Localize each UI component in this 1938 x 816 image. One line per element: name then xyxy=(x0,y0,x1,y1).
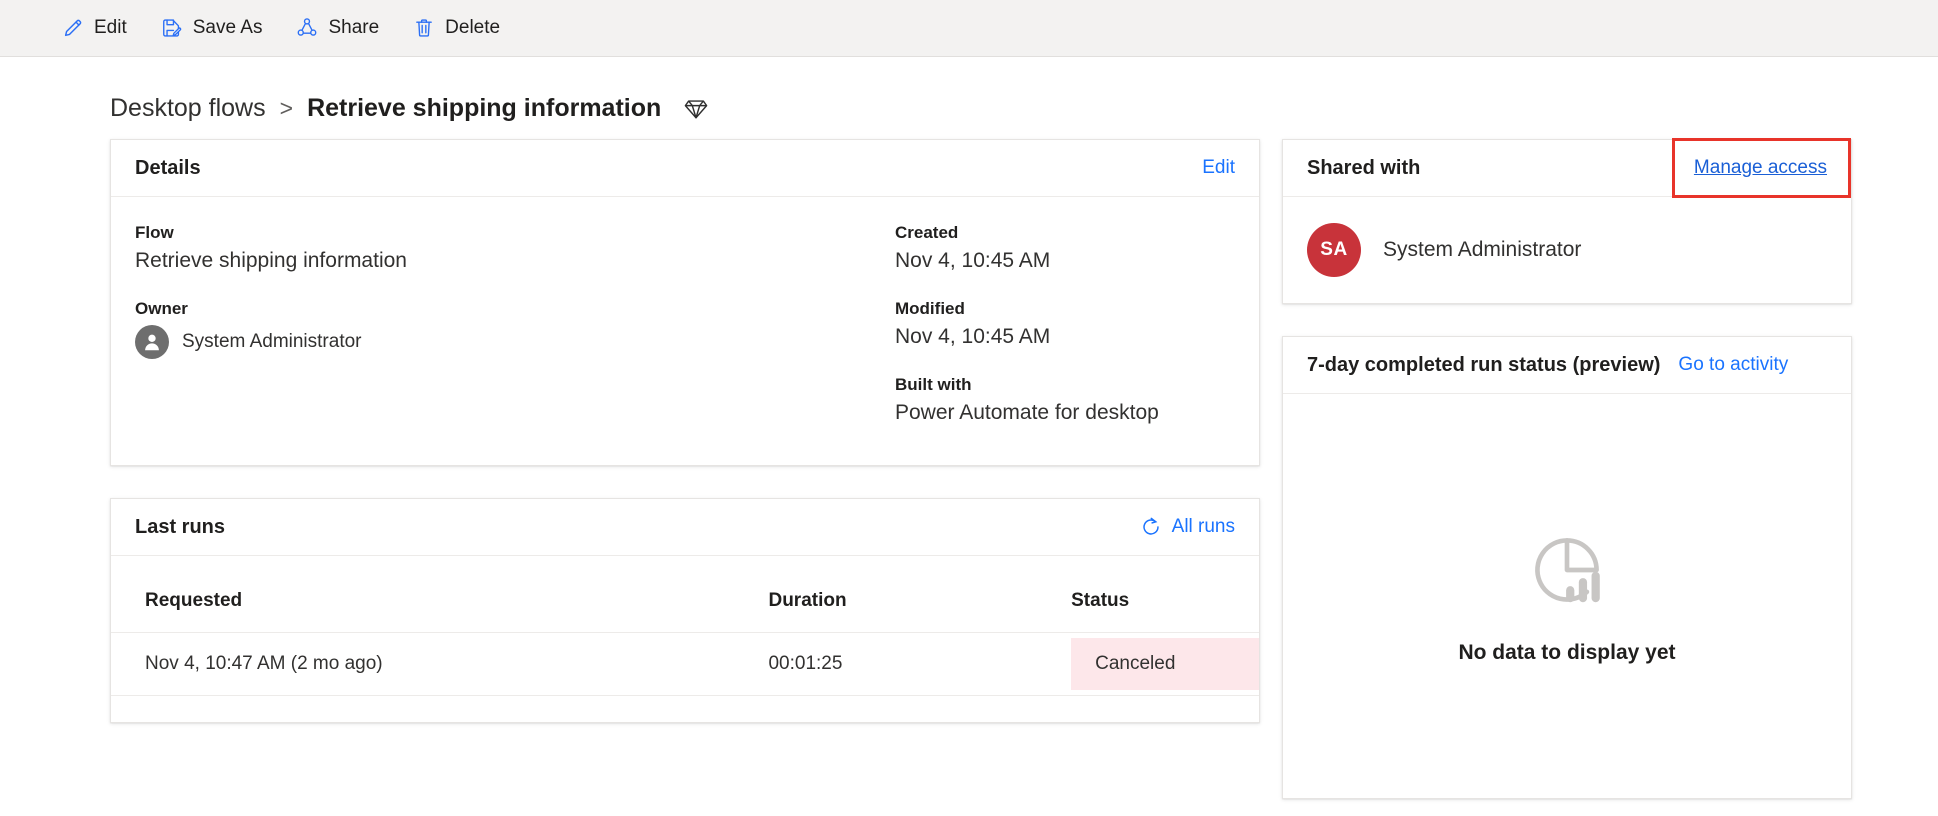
trash-icon xyxy=(413,17,435,39)
right-column: Shared with Manage access SA System Admi… xyxy=(1282,138,1852,799)
shared-with-card: Shared with Manage access SA System Admi… xyxy=(1282,138,1852,304)
save-as-button[interactable]: Save As xyxy=(147,9,277,47)
field-modified: Modified Nov 4, 10:45 AM xyxy=(895,299,1235,349)
pencil-icon xyxy=(62,17,84,39)
owner-name: System Administrator xyxy=(182,331,362,352)
shared-person-name: System Administrator xyxy=(1383,238,1582,261)
table-bottom-padding xyxy=(111,696,1259,722)
details-left-fields: Flow Retrieve shipping information Owner xyxy=(135,223,895,425)
page-content: Desktop flows > Retrieve shipping inform… xyxy=(0,57,1938,816)
delete-button[interactable]: Delete xyxy=(399,9,514,47)
owner-avatar xyxy=(135,325,169,359)
go-to-activity-link[interactable]: Go to activity xyxy=(1678,354,1788,376)
owner-row: System Administrator xyxy=(135,325,895,359)
run-status-card: 7-day completed run status (preview) Go … xyxy=(1282,336,1852,799)
details-card: Details Edit Flow Retrieve shipping info… xyxy=(110,139,1260,466)
all-runs-link[interactable]: All runs xyxy=(1140,516,1235,538)
shared-with-card-title: Shared with xyxy=(1307,156,1421,179)
details-card-title: Details xyxy=(135,156,201,179)
field-owner-label: Owner xyxy=(135,299,188,318)
all-runs-label: All runs xyxy=(1171,516,1235,537)
share-button-label: Share xyxy=(328,17,380,38)
last-runs-table-head: Requested Duration Status xyxy=(111,556,1259,633)
field-built-with-value: Power Automate for desktop xyxy=(895,401,1159,424)
cell-duration: 00:01:25 xyxy=(768,632,1072,696)
field-flow: Flow Retrieve shipping information xyxy=(135,223,895,273)
field-modified-value: Nov 4, 10:45 AM xyxy=(895,325,1051,348)
run-status-card-header: 7-day completed run status (preview) Go … xyxy=(1283,337,1851,394)
avatar: SA xyxy=(1307,223,1361,277)
last-runs-card-header: Last runs All runs xyxy=(111,499,1259,556)
content-columns: Details Edit Flow Retrieve shipping info… xyxy=(0,131,1938,799)
delete-button-label: Delete xyxy=(445,17,501,38)
field-created-label: Created xyxy=(895,223,959,242)
table-header-row: Requested Duration Status xyxy=(111,556,1259,633)
details-edit-link[interactable]: Edit xyxy=(1202,157,1235,179)
breadcrumb-parent-link[interactable]: Desktop flows xyxy=(110,94,266,123)
details-card-body: Flow Retrieve shipping information Owner xyxy=(111,197,1259,465)
last-runs-table: Requested Duration Status Nov 4, 10:47 A… xyxy=(111,556,1259,696)
field-built-with: Built with Power Automate for desktop xyxy=(895,375,1235,425)
gem-icon xyxy=(683,95,709,121)
share-button[interactable]: Share xyxy=(282,9,393,47)
share-icon xyxy=(296,17,318,39)
column-header-status[interactable]: Status xyxy=(1071,556,1259,633)
details-right-fields: Created Nov 4, 10:45 AM Modified Nov 4, … xyxy=(895,223,1235,425)
status-badge: Canceled xyxy=(1071,638,1259,690)
field-modified-label: Modified xyxy=(895,299,965,318)
last-runs-card-title: Last runs xyxy=(135,515,226,538)
manage-access-link[interactable]: Manage access xyxy=(1694,157,1827,178)
field-created-value: Nov 4, 10:45 AM xyxy=(895,249,1051,272)
command-bar: Edit Save As Share Delete xyxy=(0,0,1938,57)
field-flow-value: Retrieve shipping information xyxy=(135,249,407,272)
refresh-icon xyxy=(1140,516,1162,538)
edit-button-label: Edit xyxy=(94,17,127,38)
edit-button[interactable]: Edit xyxy=(48,9,141,47)
shared-with-card-body: SA System Administrator xyxy=(1283,197,1851,303)
last-runs-card: Last runs All runs Requested Duration St… xyxy=(110,498,1260,723)
last-runs-table-body: Nov 4, 10:47 AM (2 mo ago) 00:01:25 Canc… xyxy=(111,632,1259,696)
run-status-card-title: 7-day completed run status (preview) xyxy=(1307,353,1661,376)
field-created: Created Nov 4, 10:45 AM xyxy=(895,223,1235,273)
field-flow-label: Flow xyxy=(135,223,174,242)
shared-with-card-header: Shared with Manage access xyxy=(1283,138,1851,198)
details-card-header: Details Edit xyxy=(111,140,1259,197)
right-cards-spacer xyxy=(1282,304,1852,336)
run-status-empty-state: No data to display yet xyxy=(1283,394,1851,798)
breadcrumb: Desktop flows > Retrieve shipping inform… xyxy=(0,57,1938,131)
chart-empty-icon xyxy=(1524,527,1610,613)
cards-spacer xyxy=(110,466,1260,498)
left-column: Details Edit Flow Retrieve shipping info… xyxy=(110,139,1260,723)
empty-state-text: No data to display yet xyxy=(1458,641,1676,664)
manage-access-wrapper: Manage access xyxy=(1671,138,1851,198)
table-row[interactable]: Nov 4, 10:47 AM (2 mo ago) 00:01:25 Canc… xyxy=(111,632,1259,696)
page-title: Retrieve shipping information xyxy=(307,93,662,122)
save-as-icon xyxy=(161,17,183,39)
cell-requested: Nov 4, 10:47 AM (2 mo ago) xyxy=(111,632,769,696)
save-as-button-label: Save As xyxy=(192,17,263,38)
column-header-duration[interactable]: Duration xyxy=(768,556,1072,633)
column-header-requested[interactable]: Requested xyxy=(111,556,769,633)
cell-status: Canceled xyxy=(1071,632,1259,696)
breadcrumb-separator: > xyxy=(279,94,294,121)
field-owner: Owner System Administrator xyxy=(135,299,895,359)
field-built-with-label: Built with xyxy=(895,375,972,394)
